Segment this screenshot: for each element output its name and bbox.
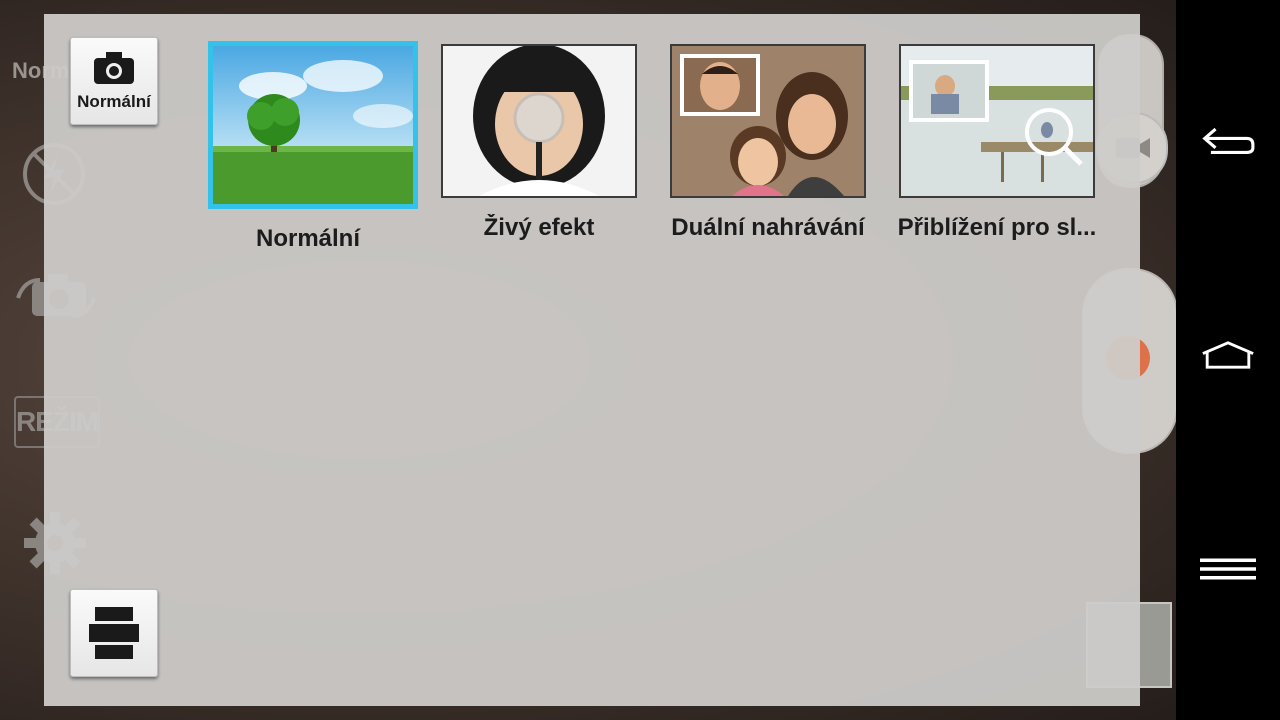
mode-item-normal[interactable]: Normální	[208, 41, 418, 253]
mode-thumb-normal[interactable]	[208, 41, 418, 209]
pier-zoom-image	[901, 46, 1093, 196]
tree-on-meadow-image	[213, 46, 413, 204]
mode-label-zoom-tracking: Přiblížení pro sl...	[897, 214, 1097, 241]
family-with-pip-image	[672, 46, 864, 196]
mode-thumb-dual-recording[interactable]	[670, 44, 866, 198]
menu-icon[interactable]	[1200, 544, 1256, 594]
girl-with-magnifier-image	[443, 46, 635, 196]
mode-item-dual-recording[interactable]: Duální nahrávání	[668, 44, 868, 242]
mode-item-zoom-tracking[interactable]: Přiblížení pro sl...	[897, 44, 1097, 242]
layout-toggle-button[interactable]	[70, 589, 158, 677]
home-icon[interactable]	[1200, 330, 1256, 380]
back-arrow-icon[interactable]	[1200, 115, 1256, 165]
layout-icon	[89, 607, 139, 659]
mode-label-dual-recording: Duální nahrávání	[671, 214, 865, 241]
mode-thumb-live-effect[interactable]	[441, 44, 637, 198]
mode-thumb-zoom-tracking[interactable]	[899, 44, 1095, 198]
camera-mode-button[interactable]: Normální	[70, 37, 158, 125]
camera-mode-label: Normální	[77, 92, 151, 111]
mode-label-live-effect: Živý efekt	[483, 214, 595, 241]
camera-icon	[94, 52, 134, 89]
mode-selector-panel: Normální Normální Živý efekt Duální nahr…	[44, 14, 1140, 706]
navigation-bar	[1176, 0, 1280, 720]
mode-item-live-effect[interactable]: Živý efekt	[439, 44, 639, 242]
mode-label-normal: Normální	[255, 225, 360, 252]
